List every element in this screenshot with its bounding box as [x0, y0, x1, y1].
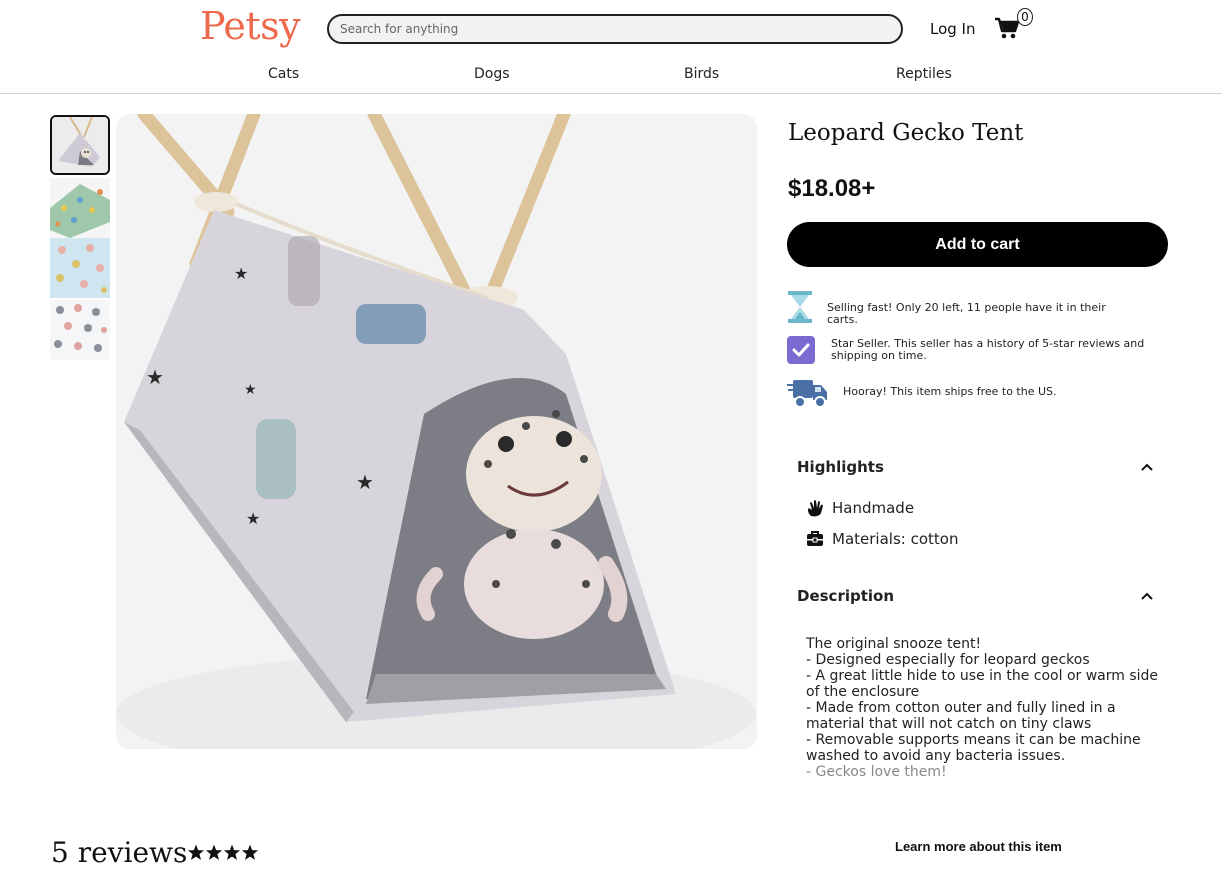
description-line: The original snooze tent! [806, 636, 982, 652]
svg-text:★: ★ [234, 266, 248, 283]
rating-stars [187, 844, 259, 860]
star-icon [241, 844, 259, 860]
search-input[interactable] [329, 16, 880, 42]
nav-item-cats[interactable]: Cats [268, 66, 299, 82]
petsy-logo[interactable]: Petsy [200, 4, 301, 48]
description-line: - Designed especially for leopard geckos [806, 652, 1090, 668]
add-to-cart-button[interactable]: Add to cart [787, 222, 1168, 267]
star-icon [187, 844, 205, 860]
nav-item-birds[interactable]: Birds [684, 66, 719, 82]
description-toggle[interactable]: Description [797, 587, 1162, 611]
nav-item-reptiles[interactable]: Reptiles [896, 66, 952, 82]
checkmark-badge-icon [787, 336, 815, 364]
chevron-up-icon[interactable] [1140, 591, 1154, 601]
reviews-count: 5 reviews [51, 836, 188, 869]
perk-free-shipping: Hooray! This item ships free to the US. [843, 385, 1057, 398]
toolbox-icon [807, 531, 823, 546]
hand-icon [807, 500, 823, 517]
thumbnail-3[interactable] [50, 238, 110, 298]
description-line: - A great little hide to use in the cool… [806, 668, 1159, 700]
hourglass-icon [788, 291, 812, 323]
product-price: $18.08+ [788, 175, 876, 202]
description-line: - Geckos love them! [806, 764, 947, 780]
svg-text:★: ★ [146, 367, 164, 389]
description-line: - Made from cotton outer and fully lined… [806, 700, 1116, 732]
description-heading: Description [797, 587, 895, 605]
svg-text:★: ★ [246, 511, 260, 528]
svg-text:★: ★ [356, 472, 374, 494]
highlight-materials: Materials: cotton [832, 530, 959, 548]
nav-item-dogs[interactable]: Dogs [474, 66, 510, 82]
login-link[interactable]: Log In [930, 20, 976, 38]
description-body: The original snooze tent! - Designed esp… [806, 636, 1162, 780]
thumbnail-4[interactable] [50, 300, 110, 360]
star-icon [205, 844, 223, 860]
highlights-heading: Highlights [797, 458, 884, 476]
shopping-cart-icon[interactable] [994, 17, 1020, 39]
highlight-handmade: Handmade [832, 499, 915, 517]
main-product-image[interactable]: ★ ★ ★ ★ ★ [116, 114, 757, 749]
star-icon [223, 844, 241, 860]
description-line: - Removable supports means it can be mac… [806, 732, 1141, 764]
product-title: Leopard Gecko Tent [788, 120, 1024, 146]
learn-more-link[interactable]: Learn more about this item [895, 839, 1062, 854]
highlights-toggle[interactable]: Highlights [797, 458, 1162, 482]
header-divider [0, 93, 1222, 94]
perk-star-seller: Star Seller. This seller has a history o… [831, 337, 1145, 362]
search-bar[interactable] [327, 14, 903, 44]
chevron-up-icon[interactable] [1140, 462, 1154, 472]
perk-selling-fast: Selling fast! Only 20 left, 11 people ha… [827, 301, 1106, 326]
cart-count-badge: 0 [1017, 8, 1033, 26]
delivery-truck-icon [787, 380, 827, 408]
thumbnail-1[interactable] [50, 115, 110, 175]
svg-text:★: ★ [244, 381, 257, 397]
thumbnail-2[interactable] [50, 178, 110, 238]
